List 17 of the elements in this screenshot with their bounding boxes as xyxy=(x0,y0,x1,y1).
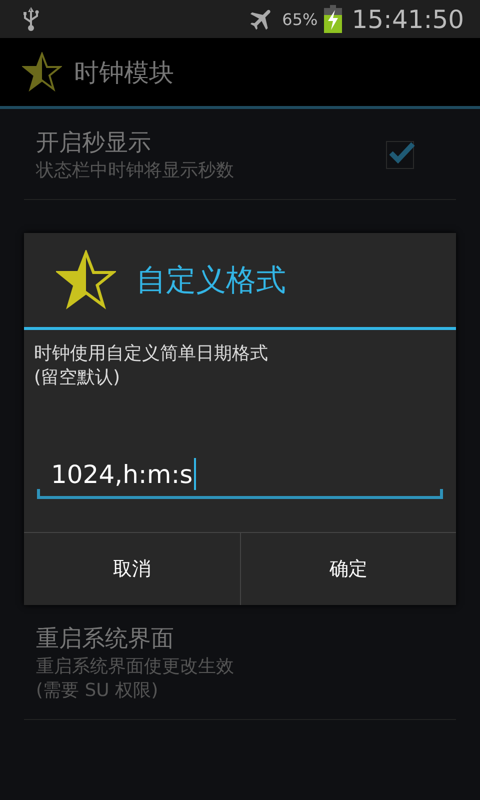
battery-charging-icon xyxy=(324,5,342,33)
dialog-message: 时钟使用自定义简单日期格式 (留空默认) xyxy=(33,342,269,390)
input-field[interactable]: 1024,h:m:s xyxy=(37,452,443,499)
dialog-title: 自定义格式 xyxy=(136,262,286,300)
dialog-button[interactable]: 确定 xyxy=(240,533,456,605)
preference-summary: 状态栏中时钟将显示秒数 xyxy=(36,159,235,183)
preference-summary: 重启系统界面使更改生效 (需要 SU 权限) xyxy=(36,655,235,703)
preference-title: 重启系统界面 xyxy=(36,625,175,654)
clock-time: 15:41:50 xyxy=(352,4,464,34)
checkbox[interactable] xyxy=(386,141,414,169)
app-title: 时钟模块 xyxy=(74,56,174,88)
dialog-button[interactable]: 取消 xyxy=(24,533,240,605)
battery-percent: 65% xyxy=(282,10,318,28)
preference-title: 开启秒显示 xyxy=(36,129,152,158)
usb-icon xyxy=(22,6,40,32)
star-icon xyxy=(22,52,62,92)
star-icon xyxy=(56,250,116,310)
